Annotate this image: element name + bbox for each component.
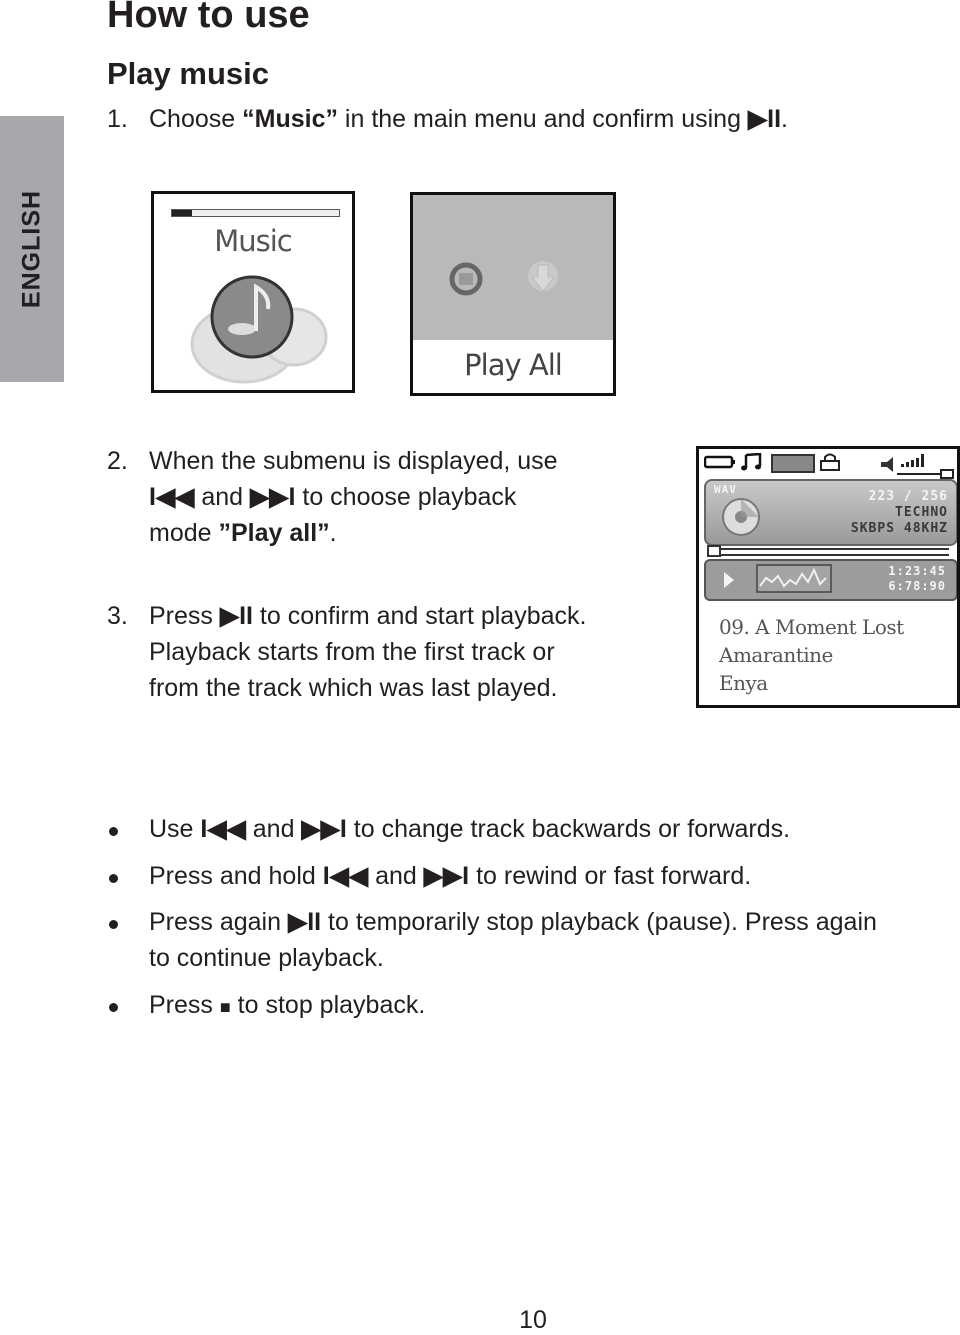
playback-progress-bar <box>709 548 949 556</box>
section-title: Play music <box>107 56 269 91</box>
play-pause-symbol: ▶II <box>219 602 253 630</box>
bullet-dot <box>109 1003 118 1012</box>
elapsed-time: 1:23:45 <box>888 564 946 578</box>
progress-handle <box>707 545 721 557</box>
waveform-icon <box>756 564 832 593</box>
album-name: Amarantine <box>719 643 833 667</box>
bullet-text: Press ■ to stop playback. <box>149 987 425 1025</box>
text: in the main menu and confirm using <box>337 105 748 133</box>
music-note-icon <box>190 275 328 384</box>
text: and <box>245 815 302 843</box>
next-symbol: ▶▶I <box>301 815 347 843</box>
step-text: When the submenu is displayed, use <box>149 447 558 475</box>
format-label: WAV <box>714 483 737 496</box>
text: and <box>194 483 251 511</box>
genre: TECHNO <box>895 505 948 520</box>
page-number: 10 <box>519 1306 547 1334</box>
step-number: 1. <box>107 105 128 133</box>
text: Use <box>149 815 201 843</box>
text: to change track backwards or forwards. <box>346 815 791 843</box>
bullet-dot <box>109 827 118 836</box>
text: to rewind or fast forward. <box>469 862 752 890</box>
step-number: 3. <box>107 602 128 630</box>
bullet-text: Press and hold I◀◀ and ▶▶I to rewind or … <box>149 858 751 894</box>
play-pause-symbol: ▶II <box>747 105 782 133</box>
step-text: Press ▶II to confirm and start playback. <box>149 598 586 634</box>
step-number: 2. <box>107 447 128 475</box>
track-title: 09. A Moment Lost <box>719 615 904 639</box>
bullet-dot <box>109 874 118 883</box>
language-tab: ENGLISH <box>0 116 64 382</box>
text: mode <box>149 519 219 547</box>
text: Press <box>149 991 220 1019</box>
lock-icon <box>820 453 840 471</box>
text: to choose playback <box>295 483 517 511</box>
repeat-icon <box>449 262 483 296</box>
download-arrow-icon <box>528 261 558 292</box>
text: Choose <box>149 105 243 133</box>
bitrate: SKBPS 48KHZ <box>850 521 948 536</box>
menu-label: Music <box>214 224 293 258</box>
previous-symbol: I◀◀ <box>200 815 246 843</box>
menu-progress-bar <box>171 209 340 217</box>
text: to temporarily stop playback (pause). Pr… <box>321 908 877 936</box>
text: and <box>368 862 424 890</box>
next-symbol: ▶▶I <box>250 483 296 511</box>
music-menu-screenshot: Music <box>151 191 355 393</box>
step-text: I◀◀ and ▶▶I to choose playback <box>149 479 516 515</box>
step-text: Choose “Music” in the main menu and conf… <box>149 101 788 137</box>
track-counter: 223 / 256 <box>868 489 948 504</box>
total-time: 6:78:90 <box>888 579 946 593</box>
artist-name: Enya <box>719 671 768 695</box>
text: . <box>781 105 788 133</box>
previous-symbol: I◀◀ <box>149 483 195 511</box>
stop-symbol: ■ <box>219 997 231 1017</box>
text: Press and hold <box>149 862 323 890</box>
text: to stop playback. <box>230 991 426 1019</box>
bold-text: ”Play all” <box>218 519 330 547</box>
track-info-panel: WAV 223 / 256 TECHNO SKBPS 48KHZ <box>704 479 957 546</box>
now-playing-screenshot: WAV 223 / 256 TECHNO SKBPS 48KHZ 1:23:45… <box>696 446 960 708</box>
music-note-icon <box>741 453 762 471</box>
disc-icon <box>722 498 760 536</box>
progress-fill <box>172 210 193 216</box>
eq-icon <box>771 454 815 473</box>
volume-icon <box>881 454 954 479</box>
language-label: ENGLISH <box>17 189 46 309</box>
bullet-text: Press again ▶II to temporarily stop play… <box>149 904 877 940</box>
bold-text: “Music” <box>242 105 338 133</box>
next-symbol: ▶▶I <box>423 862 470 890</box>
play-icon <box>724 572 734 588</box>
text: . <box>329 519 337 547</box>
play-pause-symbol: ▶II <box>287 908 322 936</box>
play-mode-screenshot: Play All <box>410 192 616 396</box>
text: Press again <box>149 908 288 936</box>
mode-label: Play All <box>464 348 563 382</box>
bullet-text: Use I◀◀ and ▶▶I to change track backward… <box>149 811 790 847</box>
step-text: Playback starts from the first track or <box>149 638 555 666</box>
page-title: How to use <box>107 0 310 36</box>
text: to confirm and start playback. <box>252 602 587 630</box>
mode-icon-panel <box>413 195 613 340</box>
bullet-text: to continue playback. <box>149 944 384 972</box>
bullet-dot <box>109 920 118 929</box>
step-text: from the track which was last played. <box>149 674 558 702</box>
text: Press <box>149 602 220 630</box>
previous-symbol: I◀◀ <box>322 862 369 890</box>
battery-icon <box>704 455 735 469</box>
step-text: mode ”Play all”. <box>149 515 337 551</box>
control-panel: 1:23:45 6:78:90 <box>704 559 957 601</box>
